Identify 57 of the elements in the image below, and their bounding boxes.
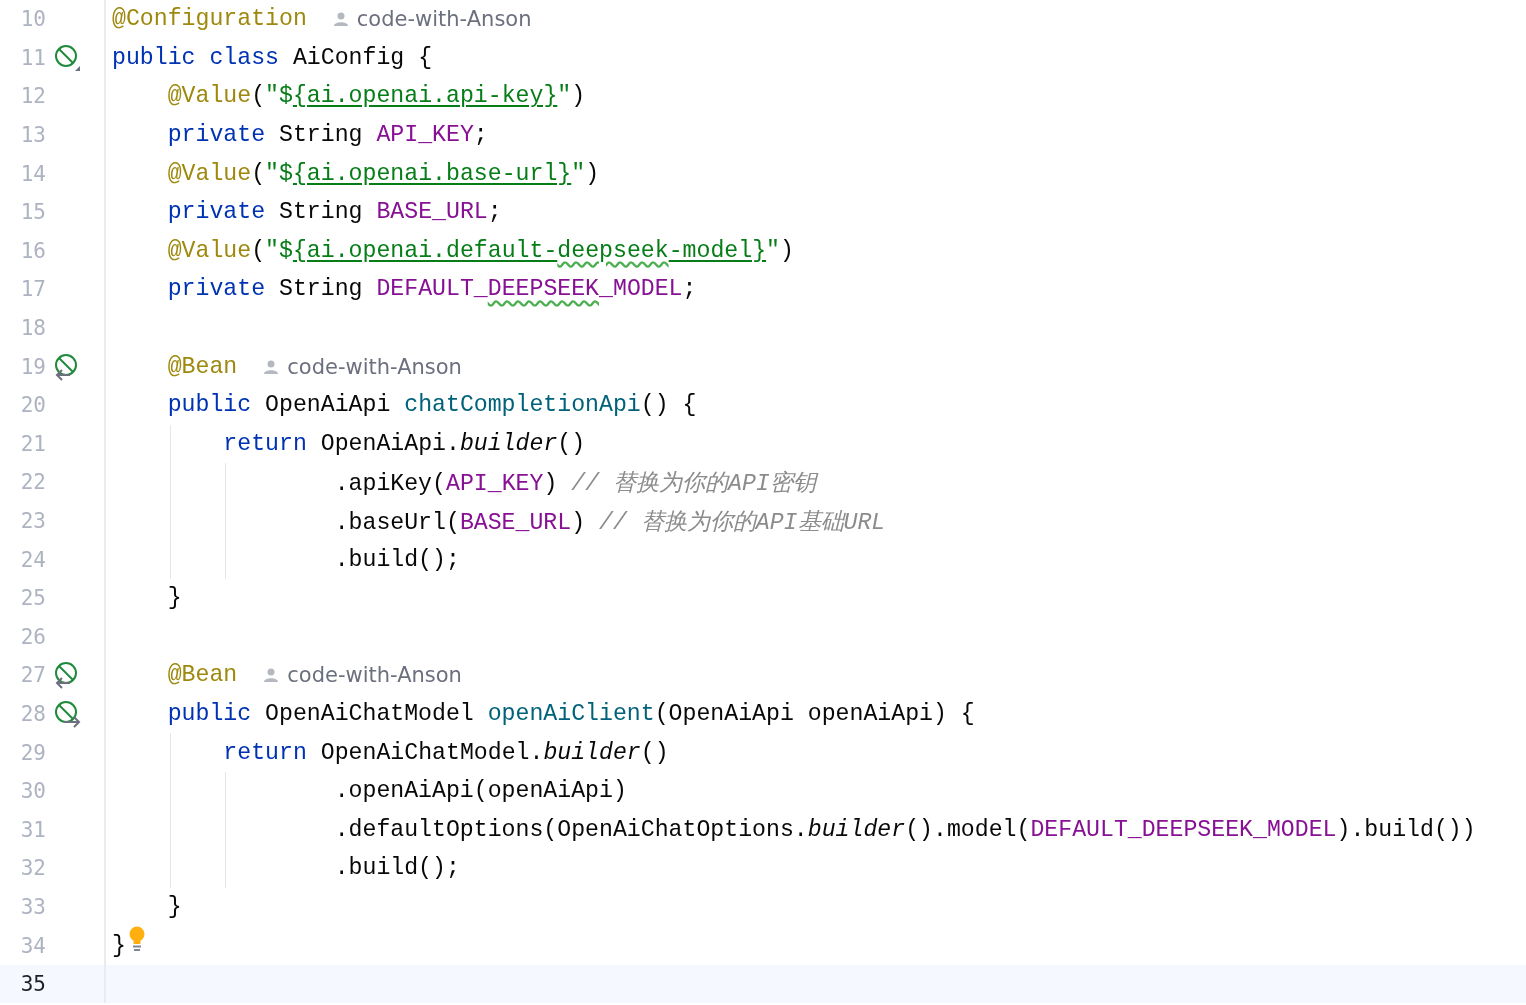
code-line: @Value("${ai.openai.api-key}") (166, 83, 586, 110)
line-number: 30 (19, 779, 46, 804)
line-number: 19 (19, 354, 46, 379)
line-number: 18 (19, 316, 46, 341)
code-line: .build(); (333, 855, 460, 882)
line-number: 16 (19, 238, 46, 263)
code-line: return OpenAiApi.builder() (222, 430, 586, 457)
code-line: @Bean (166, 662, 238, 689)
line-number: 24 (19, 547, 46, 572)
line-number: 26 (19, 624, 46, 649)
code-line: @Configuration (112, 6, 307, 33)
person-icon (332, 11, 349, 28)
code-line: .defaultOptions(OpenAiChatOptions.builder().model(DEFAULT_DEEPSEEK_MODEL).build()) (333, 816, 1476, 843)
line-number: 33 (19, 894, 46, 919)
line-number: 10 (19, 7, 46, 32)
code-line: } (112, 932, 126, 959)
line-number: 22 (19, 470, 46, 495)
line-number: 35 (19, 972, 46, 997)
code-line: .baseUrl(BASE_URL) // 替换为你的API基础URL (333, 508, 886, 537)
person-icon (263, 667, 280, 684)
line-number: 28 (19, 702, 46, 726)
code-line: @Bean (166, 353, 238, 380)
code-line: .openAiApi(openAiApi) (333, 778, 627, 805)
line-number: 15 (19, 200, 46, 225)
code-line: .build(); (333, 546, 460, 573)
lightbulb-icon[interactable] (127, 925, 146, 954)
line-number: 27 (19, 663, 46, 688)
line-number: 31 (19, 817, 46, 842)
code-line: public OpenAiApi chatCompletionApi() { (166, 392, 697, 419)
code-line: } (166, 893, 182, 920)
line-number: 32 (19, 856, 46, 881)
line-number: 14 (19, 161, 46, 186)
author-hint[interactable]: code-with-Anson (287, 354, 462, 379)
person-icon (263, 358, 280, 375)
code-line: @Value("${ai.openai.base-url}") (166, 160, 600, 187)
line-number: 23 (19, 509, 46, 533)
author-hint[interactable]: code-with-Anson (287, 663, 462, 688)
line-number: 20 (19, 393, 46, 418)
line-number: 17 (19, 277, 46, 302)
line-number: 12 (19, 84, 46, 109)
bean-arrow-right-icon[interactable] (54, 700, 82, 728)
code-line: public OpenAiChatModel openAiClient(OpenAiApi openAiApi) { (166, 701, 975, 727)
line-number: 11 (19, 45, 46, 70)
line-number: 29 (19, 740, 46, 765)
author-hint[interactable]: code-with-Anson (356, 7, 532, 32)
code-line: @Value("${ai.openai.default-deepseek-model}") (166, 237, 794, 264)
line-number: 34 (19, 933, 46, 958)
code-line: public class AiConfig { (112, 44, 433, 71)
line-number: 21 (19, 431, 46, 456)
code-line: } (166, 585, 182, 612)
code-line: private String API_KEY; (166, 122, 488, 149)
code-line: private String BASE_URL; (166, 199, 502, 226)
line-number: 13 (19, 123, 46, 148)
line-number: 25 (19, 586, 46, 611)
code-line: private String DEFAULT_DEEPSEEK_MODEL; (166, 276, 697, 303)
code-line: return OpenAiChatModel.builder() (222, 739, 669, 766)
bean-class-icon[interactable] (54, 43, 82, 72)
